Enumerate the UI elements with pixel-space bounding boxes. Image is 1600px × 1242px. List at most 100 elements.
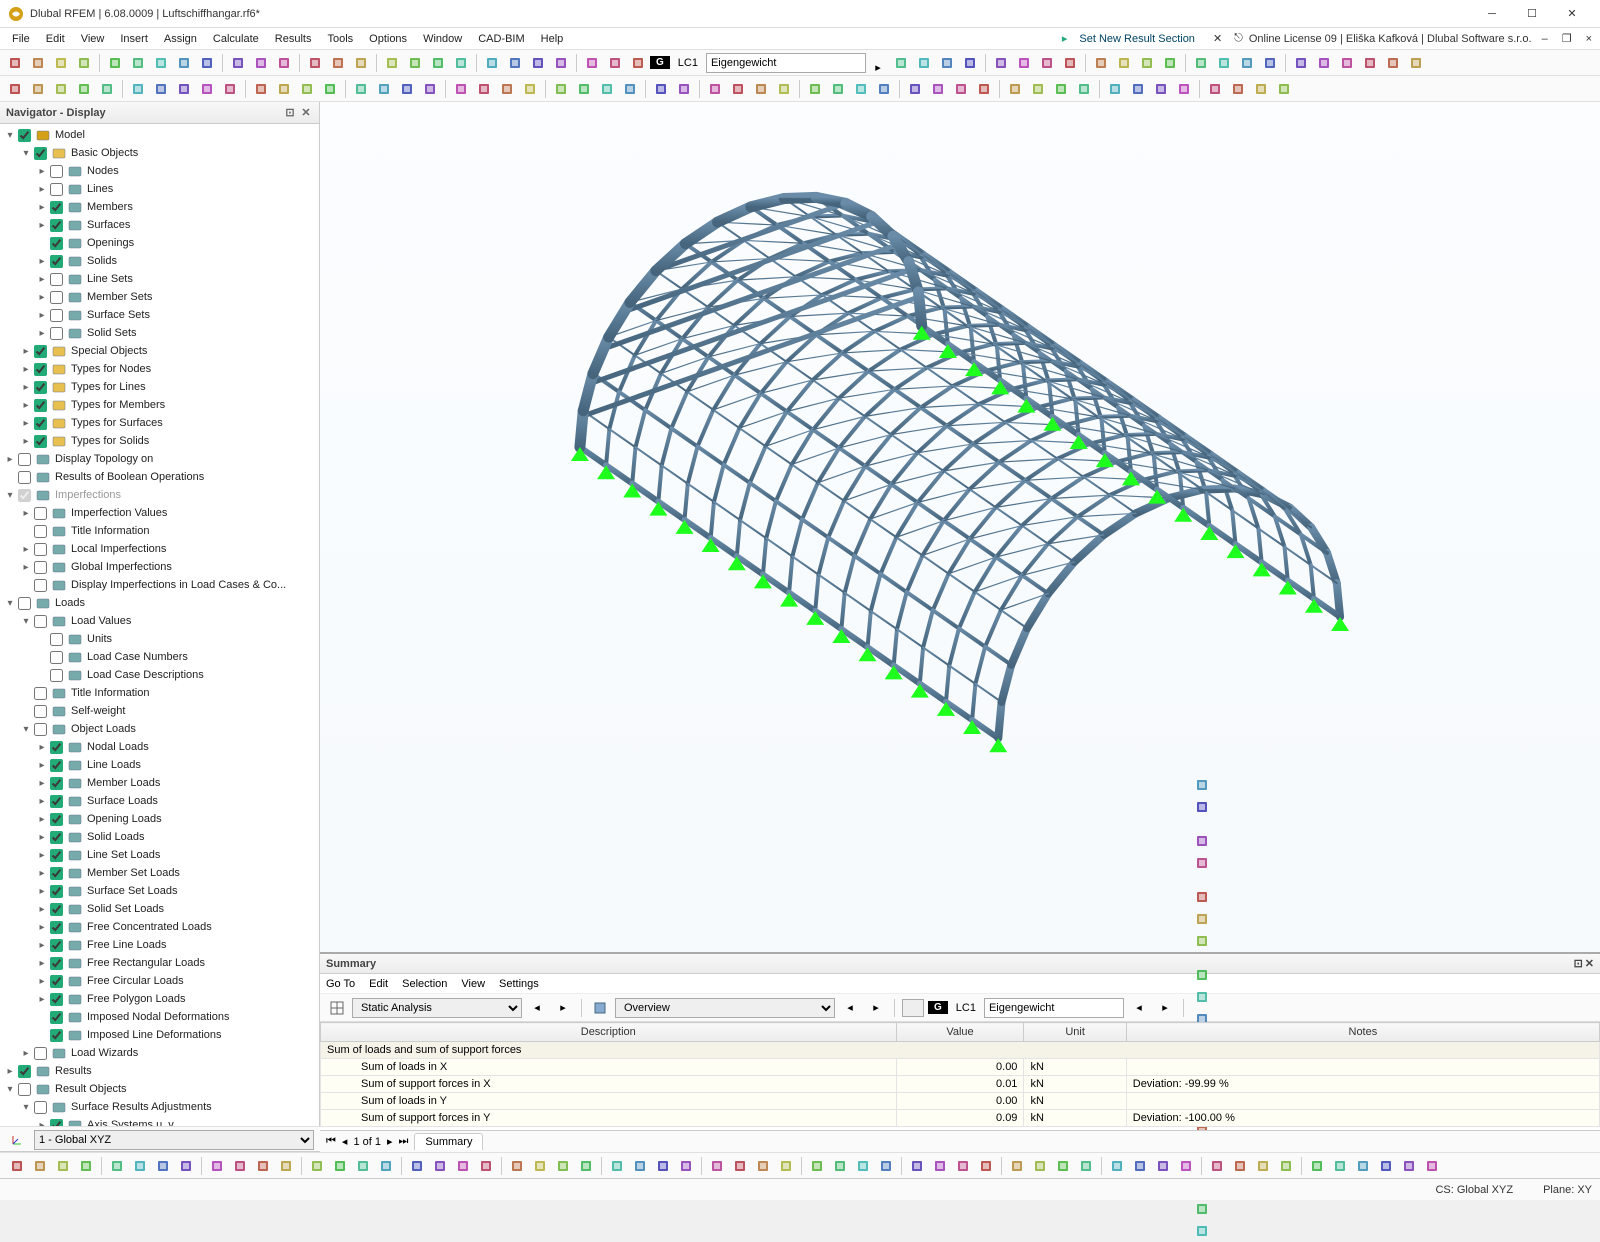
tb2-btn-20[interactable]: [496, 78, 518, 100]
tree-expand-icon[interactable]: ▸: [36, 868, 48, 879]
tb2-btn-12[interactable]: [296, 78, 318, 100]
tree-checkbox[interactable]: [34, 543, 47, 556]
tree-checkbox[interactable]: [34, 723, 47, 736]
tb2-btn-5[interactable]: [127, 78, 149, 100]
tree-checkbox[interactable]: [34, 525, 47, 538]
tree-node-12[interactable]: ▸Special Objects: [0, 342, 319, 360]
tree-node-18[interactable]: ▸Display Topology on: [0, 450, 319, 468]
tree-checkbox[interactable]: [34, 579, 47, 592]
tb2-btn-31[interactable]: [773, 78, 795, 100]
next-lc-button[interactable]: ▸: [1154, 997, 1176, 1019]
next-overview-button[interactable]: ▸: [865, 997, 887, 1019]
tree-node-42[interactable]: ▸Surface Set Loads: [0, 882, 319, 900]
tree-expand-icon[interactable]: ▸: [20, 400, 32, 411]
tb3-btn-44[interactable]: [1106, 1155, 1128, 1177]
tree-node-52[interactable]: ▸Results: [0, 1062, 319, 1080]
summary-row[interactable]: Sum of loads in X0.00kN: [321, 1059, 1600, 1076]
cs-select[interactable]: 1 - Global XYZ: [34, 1130, 314, 1150]
overview-icon[interactable]: [589, 997, 611, 1019]
tb2-btn-49[interactable]: [1227, 78, 1249, 100]
tb3-btn-32[interactable]: [806, 1155, 828, 1177]
tree-node-17[interactable]: ▸Types for Solids: [0, 432, 319, 450]
sumtb-btn-8[interactable]: [1191, 986, 1213, 1008]
close-link-icon[interactable]: ✕: [1207, 32, 1228, 45]
tb1-btn-35[interactable]: [1113, 52, 1135, 74]
tb2-btn-30[interactable]: [750, 78, 772, 100]
tb3-btn-9[interactable]: [229, 1155, 251, 1177]
menu-assign[interactable]: Assign: [156, 31, 205, 47]
navigator-pin-icon[interactable]: ⊡: [283, 106, 297, 120]
tree-node-43[interactable]: ▸Solid Set Loads: [0, 900, 319, 918]
tree-checkbox[interactable]: [50, 219, 63, 232]
tree-node-23[interactable]: ▸Local Imperfections: [0, 540, 319, 558]
prev-analysis-button[interactable]: ◂: [526, 997, 548, 1019]
tb3-btn-49[interactable]: [1229, 1155, 1251, 1177]
last-page-button[interactable]: ⏭: [399, 1135, 409, 1148]
tb3-btn-18[interactable]: [452, 1155, 474, 1177]
tb1-btn-14[interactable]: [350, 52, 372, 74]
summary-col-0[interactable]: Description: [321, 1023, 897, 1042]
tree-checkbox[interactable]: [50, 849, 63, 862]
tb1-btn-40[interactable]: [1236, 52, 1258, 74]
mdi-min-icon[interactable]: –: [1538, 33, 1552, 45]
tb3-btn-11[interactable]: [275, 1155, 297, 1177]
tb2-btn-47[interactable]: [1173, 78, 1195, 100]
summary-close-icon[interactable]: ✕: [1585, 957, 1594, 970]
lc-name-input-2[interactable]: [984, 998, 1124, 1018]
tree-expand-icon[interactable]: ▸: [20, 364, 32, 375]
tree-checkbox[interactable]: [50, 777, 63, 790]
tree-checkbox[interactable]: [50, 255, 63, 268]
tb3-btn-10[interactable]: [252, 1155, 274, 1177]
tb2-btn-2[interactable]: [50, 78, 72, 100]
tb1-btn-2[interactable]: [50, 52, 72, 74]
tb1-btn-13[interactable]: [327, 52, 349, 74]
tree-checkbox[interactable]: [50, 201, 63, 214]
summary-pin-icon[interactable]: ⊡: [1574, 957, 1583, 970]
tree-checkbox[interactable]: [18, 129, 31, 142]
tb1-btn-26[interactable]: [890, 52, 912, 74]
analysis-select[interactable]: Static Analysis: [352, 998, 522, 1018]
tree-expand-icon[interactable]: ▾: [20, 616, 32, 627]
tree-checkbox[interactable]: [50, 633, 63, 646]
model-canvas[interactable]: [320, 102, 1600, 952]
tree-node-53[interactable]: ▾Result Objects: [0, 1080, 319, 1098]
tree-checkbox[interactable]: [50, 921, 63, 934]
tb1-btn-0[interactable]: [4, 52, 26, 74]
tb1-btn-46[interactable]: [1382, 52, 1404, 74]
summary-menu-go-to[interactable]: Go To: [326, 978, 355, 990]
tb1-btn-45[interactable]: [1359, 52, 1381, 74]
tree-checkbox[interactable]: [50, 885, 63, 898]
tree-checkbox[interactable]: [34, 345, 47, 358]
overview-select[interactable]: Overview: [615, 998, 835, 1018]
tb1-btn-30[interactable]: [990, 52, 1012, 74]
tb2-btn-19[interactable]: [473, 78, 495, 100]
tree-node-29[interactable]: Load Case Numbers: [0, 648, 319, 666]
maximize-button[interactable]: ☐: [1512, 0, 1552, 28]
tb3-btn-43[interactable]: [1075, 1155, 1097, 1177]
tb3-btn-33[interactable]: [829, 1155, 851, 1177]
tb1-btn-9[interactable]: [227, 52, 249, 74]
tb3-btn-55[interactable]: [1375, 1155, 1397, 1177]
summary-grid-icon[interactable]: [326, 997, 348, 1019]
tree-node-4[interactable]: ▸Members: [0, 198, 319, 216]
tb1-btn-33[interactable]: [1059, 52, 1081, 74]
tree-node-40[interactable]: ▸Line Set Loads: [0, 846, 319, 864]
tree-expand-icon[interactable]: ▸: [36, 202, 48, 213]
tb1-btn-32[interactable]: [1036, 52, 1058, 74]
tb1-btn-21[interactable]: [527, 52, 549, 74]
tb3-btn-0[interactable]: [6, 1155, 28, 1177]
tree-checkbox[interactable]: [50, 831, 63, 844]
lc-next[interactable]: ▸: [867, 57, 889, 77]
tree-checkbox[interactable]: [34, 435, 47, 448]
tree-expand-icon[interactable]: ▸: [36, 958, 48, 969]
menu-help[interactable]: Help: [533, 31, 572, 47]
tb3-btn-3[interactable]: [75, 1155, 97, 1177]
tb1-btn-11[interactable]: [273, 52, 295, 74]
tree-checkbox[interactable]: [18, 1065, 31, 1078]
tree-checkbox[interactable]: [50, 741, 63, 754]
tree-node-3[interactable]: ▸Lines: [0, 180, 319, 198]
tree-node-49[interactable]: Imposed Nodal Deformations: [0, 1008, 319, 1026]
tree-checkbox[interactable]: [34, 615, 47, 628]
tb1-btn-12[interactable]: [304, 52, 326, 74]
tb1-btn-4[interactable]: [104, 52, 126, 74]
